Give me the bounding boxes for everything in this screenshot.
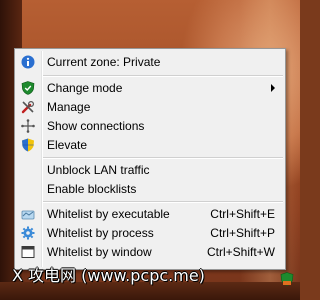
menu-item-label: Change mode (47, 81, 123, 95)
window-icon (21, 245, 35, 259)
menu-item-label: Show connections (47, 119, 145, 133)
menu-item-show-connections[interactable]: Show connections (17, 116, 283, 136)
watermark: X 攻电网 (www.pcpc.me) (12, 266, 205, 285)
gear-icon (21, 226, 35, 240)
menu-item-elevate[interactable]: Elevate (17, 135, 283, 155)
menu-item-whitelist-executable[interactable]: Whitelist by executable Ctrl+Shift+E (17, 204, 283, 224)
menu-separator (43, 157, 283, 159)
menu-item-shortcut: Ctrl+Shift+P (210, 226, 275, 240)
menu-item-label: Elevate (47, 138, 88, 152)
menu-item-label: Unblock LAN traffic (47, 163, 150, 177)
menu-item-whitelist-process[interactable]: Whitelist by process Ctrl+Shift+P (17, 223, 283, 243)
menu-separator (43, 201, 283, 203)
menu-item-enable-blocklists[interactable]: Enable blocklists (17, 179, 283, 199)
menu-item-manage[interactable]: Manage (17, 97, 283, 117)
menu-item-label: Current zone: Private (47, 55, 161, 69)
executable-icon (21, 207, 35, 221)
menu-item-label: Whitelist by executable (47, 207, 170, 221)
menu-item-whitelist-window[interactable]: Whitelist by window Ctrl+Shift+W (17, 242, 283, 262)
menu-item-label: Manage (47, 100, 91, 114)
network-icon (21, 119, 35, 133)
submenu-arrow-icon (271, 84, 275, 92)
tray-shield-icon[interactable] (280, 272, 294, 286)
menu-separator (43, 75, 283, 77)
menu-item-current-zone[interactable]: Current zone: Private (17, 52, 283, 72)
menu-item-shortcut: Ctrl+Shift+W (206, 245, 275, 259)
menu-item-shortcut: Ctrl+Shift+E (210, 207, 275, 221)
context-menu: Current zone: Private Change mode Manage… (14, 48, 286, 270)
menu-item-label: Whitelist by window (47, 245, 152, 259)
tools-icon (21, 100, 35, 114)
menu-item-label: Whitelist by process (47, 226, 154, 240)
menu-item-change-mode[interactable]: Change mode (17, 78, 283, 98)
info-icon (21, 55, 35, 69)
menu-item-label: Enable blocklists (47, 182, 137, 196)
shield-icon (21, 81, 35, 95)
menu-item-unblock-lan[interactable]: Unblock LAN traffic (17, 160, 283, 180)
uac-shield-icon (21, 138, 35, 152)
